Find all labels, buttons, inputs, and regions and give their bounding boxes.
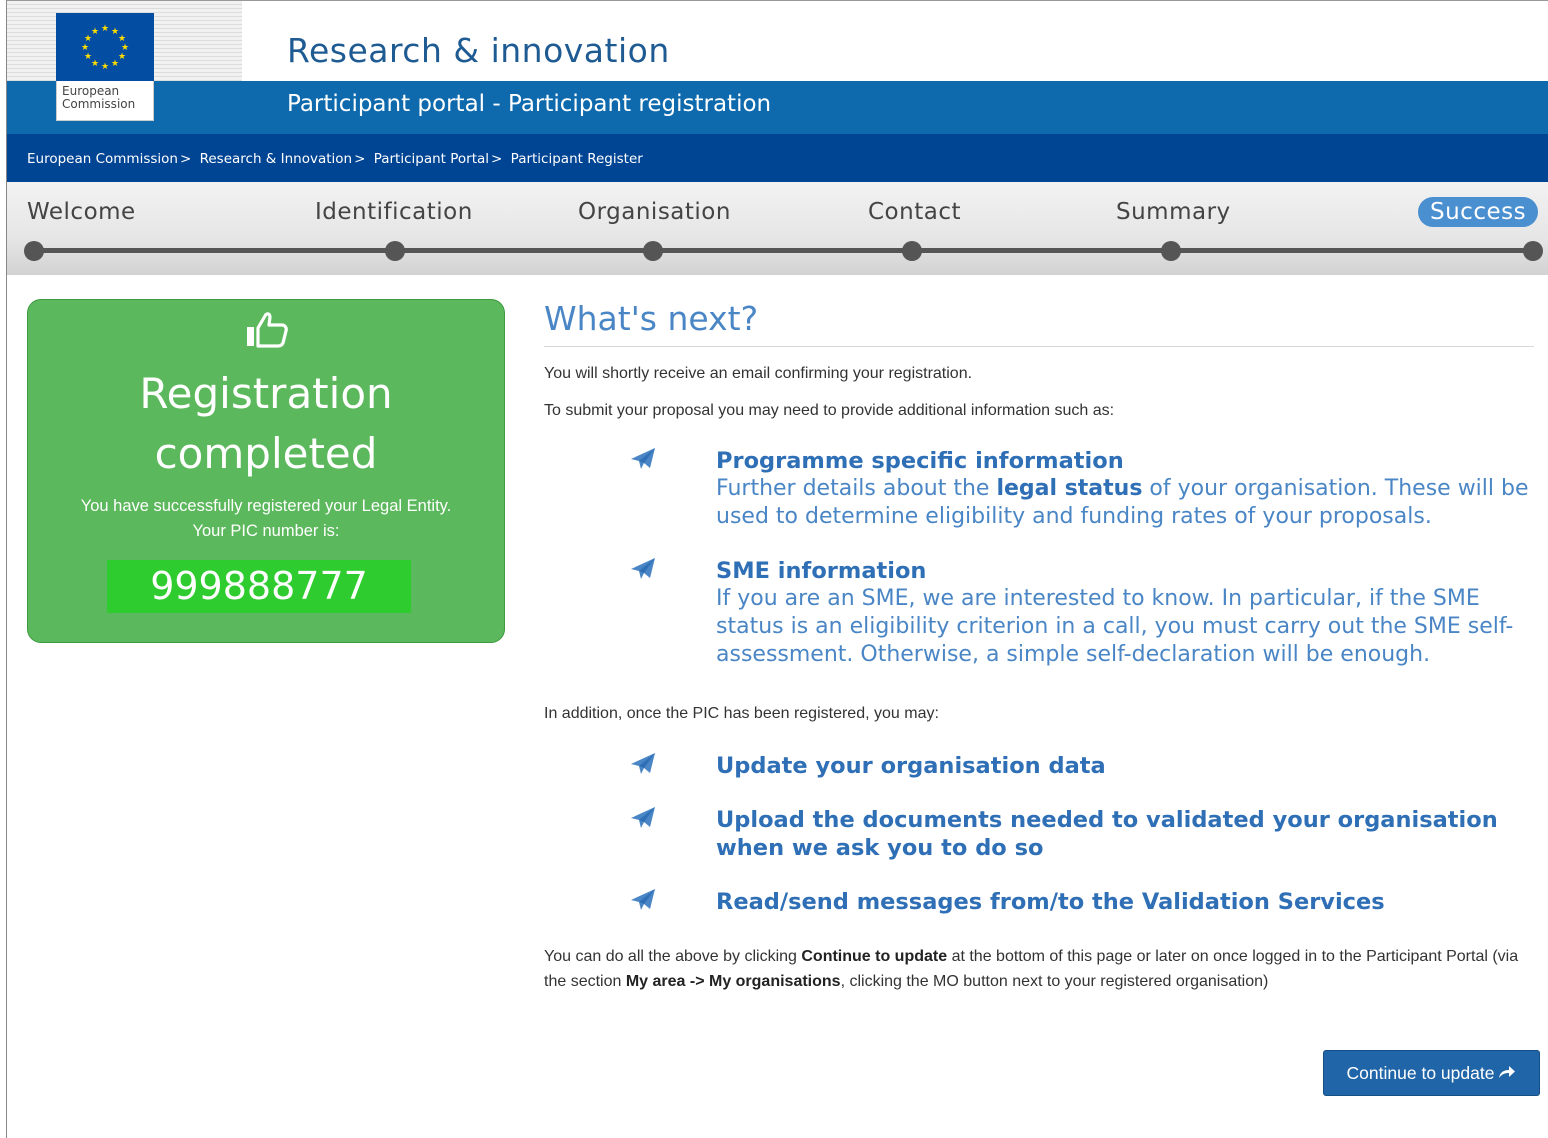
- step-organisation: Organisation: [578, 199, 731, 225]
- svg-text:★: ★: [101, 62, 109, 72]
- step-dot-contact: [902, 241, 922, 261]
- share-arrow-icon: [1499, 1066, 1516, 1078]
- success-text-line-1: You have successfully registered your Le…: [80, 497, 452, 515]
- page-frame: Research & innovation ★ ★ ★ ★ ★ ★ ★ ★ ★ …: [6, 0, 1548, 1138]
- intro-text-1: You will shortly receive an email confir…: [544, 365, 973, 382]
- list-item: Programme specific information Further d…: [544, 447, 1534, 531]
- site-title: Research & innovation: [287, 31, 670, 70]
- item-head-sme: SME information: [716, 558, 927, 584]
- success-title: Registration completed: [28, 364, 504, 484]
- list-item: SME information If you are an SME, we ar…: [544, 557, 1534, 669]
- list-item: Read/send messages from/to the Validatio…: [544, 888, 1534, 916]
- item-body-sme: If you are an SME, we are interested to …: [716, 586, 1514, 667]
- legal-status-text: legal status: [996, 476, 1143, 501]
- step-welcome: Welcome: [27, 199, 136, 225]
- breadcrumb-separator: >: [354, 151, 366, 167]
- step-dot-success: [1523, 241, 1543, 261]
- item-body-text: Further details about the: [716, 476, 997, 501]
- continue-button-label: Continue to update: [1346, 1063, 1495, 1083]
- step-dot-organisation: [643, 241, 663, 261]
- paper-plane-icon: [631, 889, 655, 910]
- footer-instructions: You can do all the above by clicking Con…: [544, 944, 1534, 994]
- breadcrumb-participant-portal[interactable]: Participant Portal: [374, 151, 489, 167]
- footer-bold-my-area: My area -> My organisations: [625, 973, 841, 990]
- top-header: Research & innovation: [7, 1, 1548, 81]
- success-text: You have successfully registered your Le…: [28, 494, 504, 544]
- pic-number: 999888777: [107, 560, 411, 613]
- progress-steps-bar: [7, 182, 1548, 275]
- list-item: Update your organisation data: [544, 752, 1534, 780]
- portal-title: Participant portal - Participant registr…: [287, 91, 772, 117]
- paper-plane-icon: [631, 448, 655, 469]
- success-title-line-1: Registration: [139, 369, 393, 418]
- paper-plane-icon: [631, 753, 655, 774]
- eu-flag-icon: ★ ★ ★ ★ ★ ★ ★ ★ ★ ★ ★ ★: [56, 13, 154, 81]
- item-upload-documents: Upload the documents needed to validated…: [716, 807, 1498, 861]
- success-text-line-2: Your PIC number is:: [192, 522, 340, 540]
- footer-text: You can do all the above by clicking: [544, 948, 802, 965]
- svg-text:★: ★: [118, 52, 126, 62]
- svg-text:★: ★: [91, 27, 99, 37]
- thumbs-up-icon: [247, 312, 288, 348]
- step-dot-welcome: [24, 241, 44, 261]
- item-head-programme: Programme specific information: [716, 448, 1124, 474]
- step-contact: Contact: [868, 199, 961, 225]
- item-body-programme: Further details about the legal status o…: [716, 475, 1534, 531]
- portal-bar: [7, 81, 1548, 134]
- whats-next-title: What's next?: [544, 299, 1534, 347]
- svg-text:★: ★: [91, 59, 99, 69]
- addition-text: In addition, once the PIC has been regis…: [544, 705, 939, 722]
- logo-text: European Commission: [56, 81, 154, 121]
- step-identification: Identification: [315, 199, 473, 225]
- breadcrumb-separator: >: [491, 151, 503, 167]
- item-messages: Read/send messages from/to the Validatio…: [716, 889, 1385, 915]
- success-title-line-2: completed: [154, 429, 378, 478]
- breadcrumb-separator: >: [179, 151, 192, 167]
- svg-text:★: ★: [81, 43, 89, 53]
- item-update-data: Update your organisation data: [716, 753, 1106, 779]
- registration-success-card: Registration completed You have successf…: [27, 299, 505, 643]
- step-dot-identification: [385, 241, 405, 261]
- breadcrumb-participant-register[interactable]: Participant Register: [511, 151, 643, 167]
- european-commission-logo[interactable]: ★ ★ ★ ★ ★ ★ ★ ★ ★ ★ ★ ★ European Commiss…: [56, 13, 154, 121]
- continue-to-update-button[interactable]: Continue to update: [1323, 1050, 1540, 1096]
- whats-next-section: What's next? You will shortly receive an…: [544, 299, 1534, 994]
- breadcrumb-european-commission[interactable]: European Commission: [27, 151, 178, 167]
- progress-line: [33, 248, 1537, 253]
- eu-stars-icon: ★ ★ ★ ★ ★ ★ ★ ★ ★ ★ ★ ★: [81, 24, 129, 72]
- breadcrumb-research-innovation[interactable]: Research & Innovation: [200, 151, 353, 167]
- paper-plane-icon: [631, 807, 655, 828]
- svg-text:★: ★: [111, 59, 119, 69]
- step-dot-summary: [1161, 241, 1181, 261]
- list-item: Upload the documents needed to validated…: [544, 806, 1534, 862]
- footer-bold-continue: Continue to update: [801, 948, 948, 965]
- intro-text-2: To submit your proposal you may need to …: [544, 402, 1115, 419]
- svg-text:★: ★: [84, 52, 92, 62]
- step-success: Success: [1418, 197, 1539, 227]
- paper-plane-icon: [631, 558, 655, 579]
- logo-line-2: Commission: [62, 97, 136, 111]
- step-summary: Summary: [1116, 199, 1231, 225]
- breadcrumb: European Commission > Research & Innovati…: [27, 151, 643, 167]
- svg-text:★: ★: [101, 24, 109, 34]
- footer-text: , clicking the MO button next to your re…: [840, 973, 1269, 990]
